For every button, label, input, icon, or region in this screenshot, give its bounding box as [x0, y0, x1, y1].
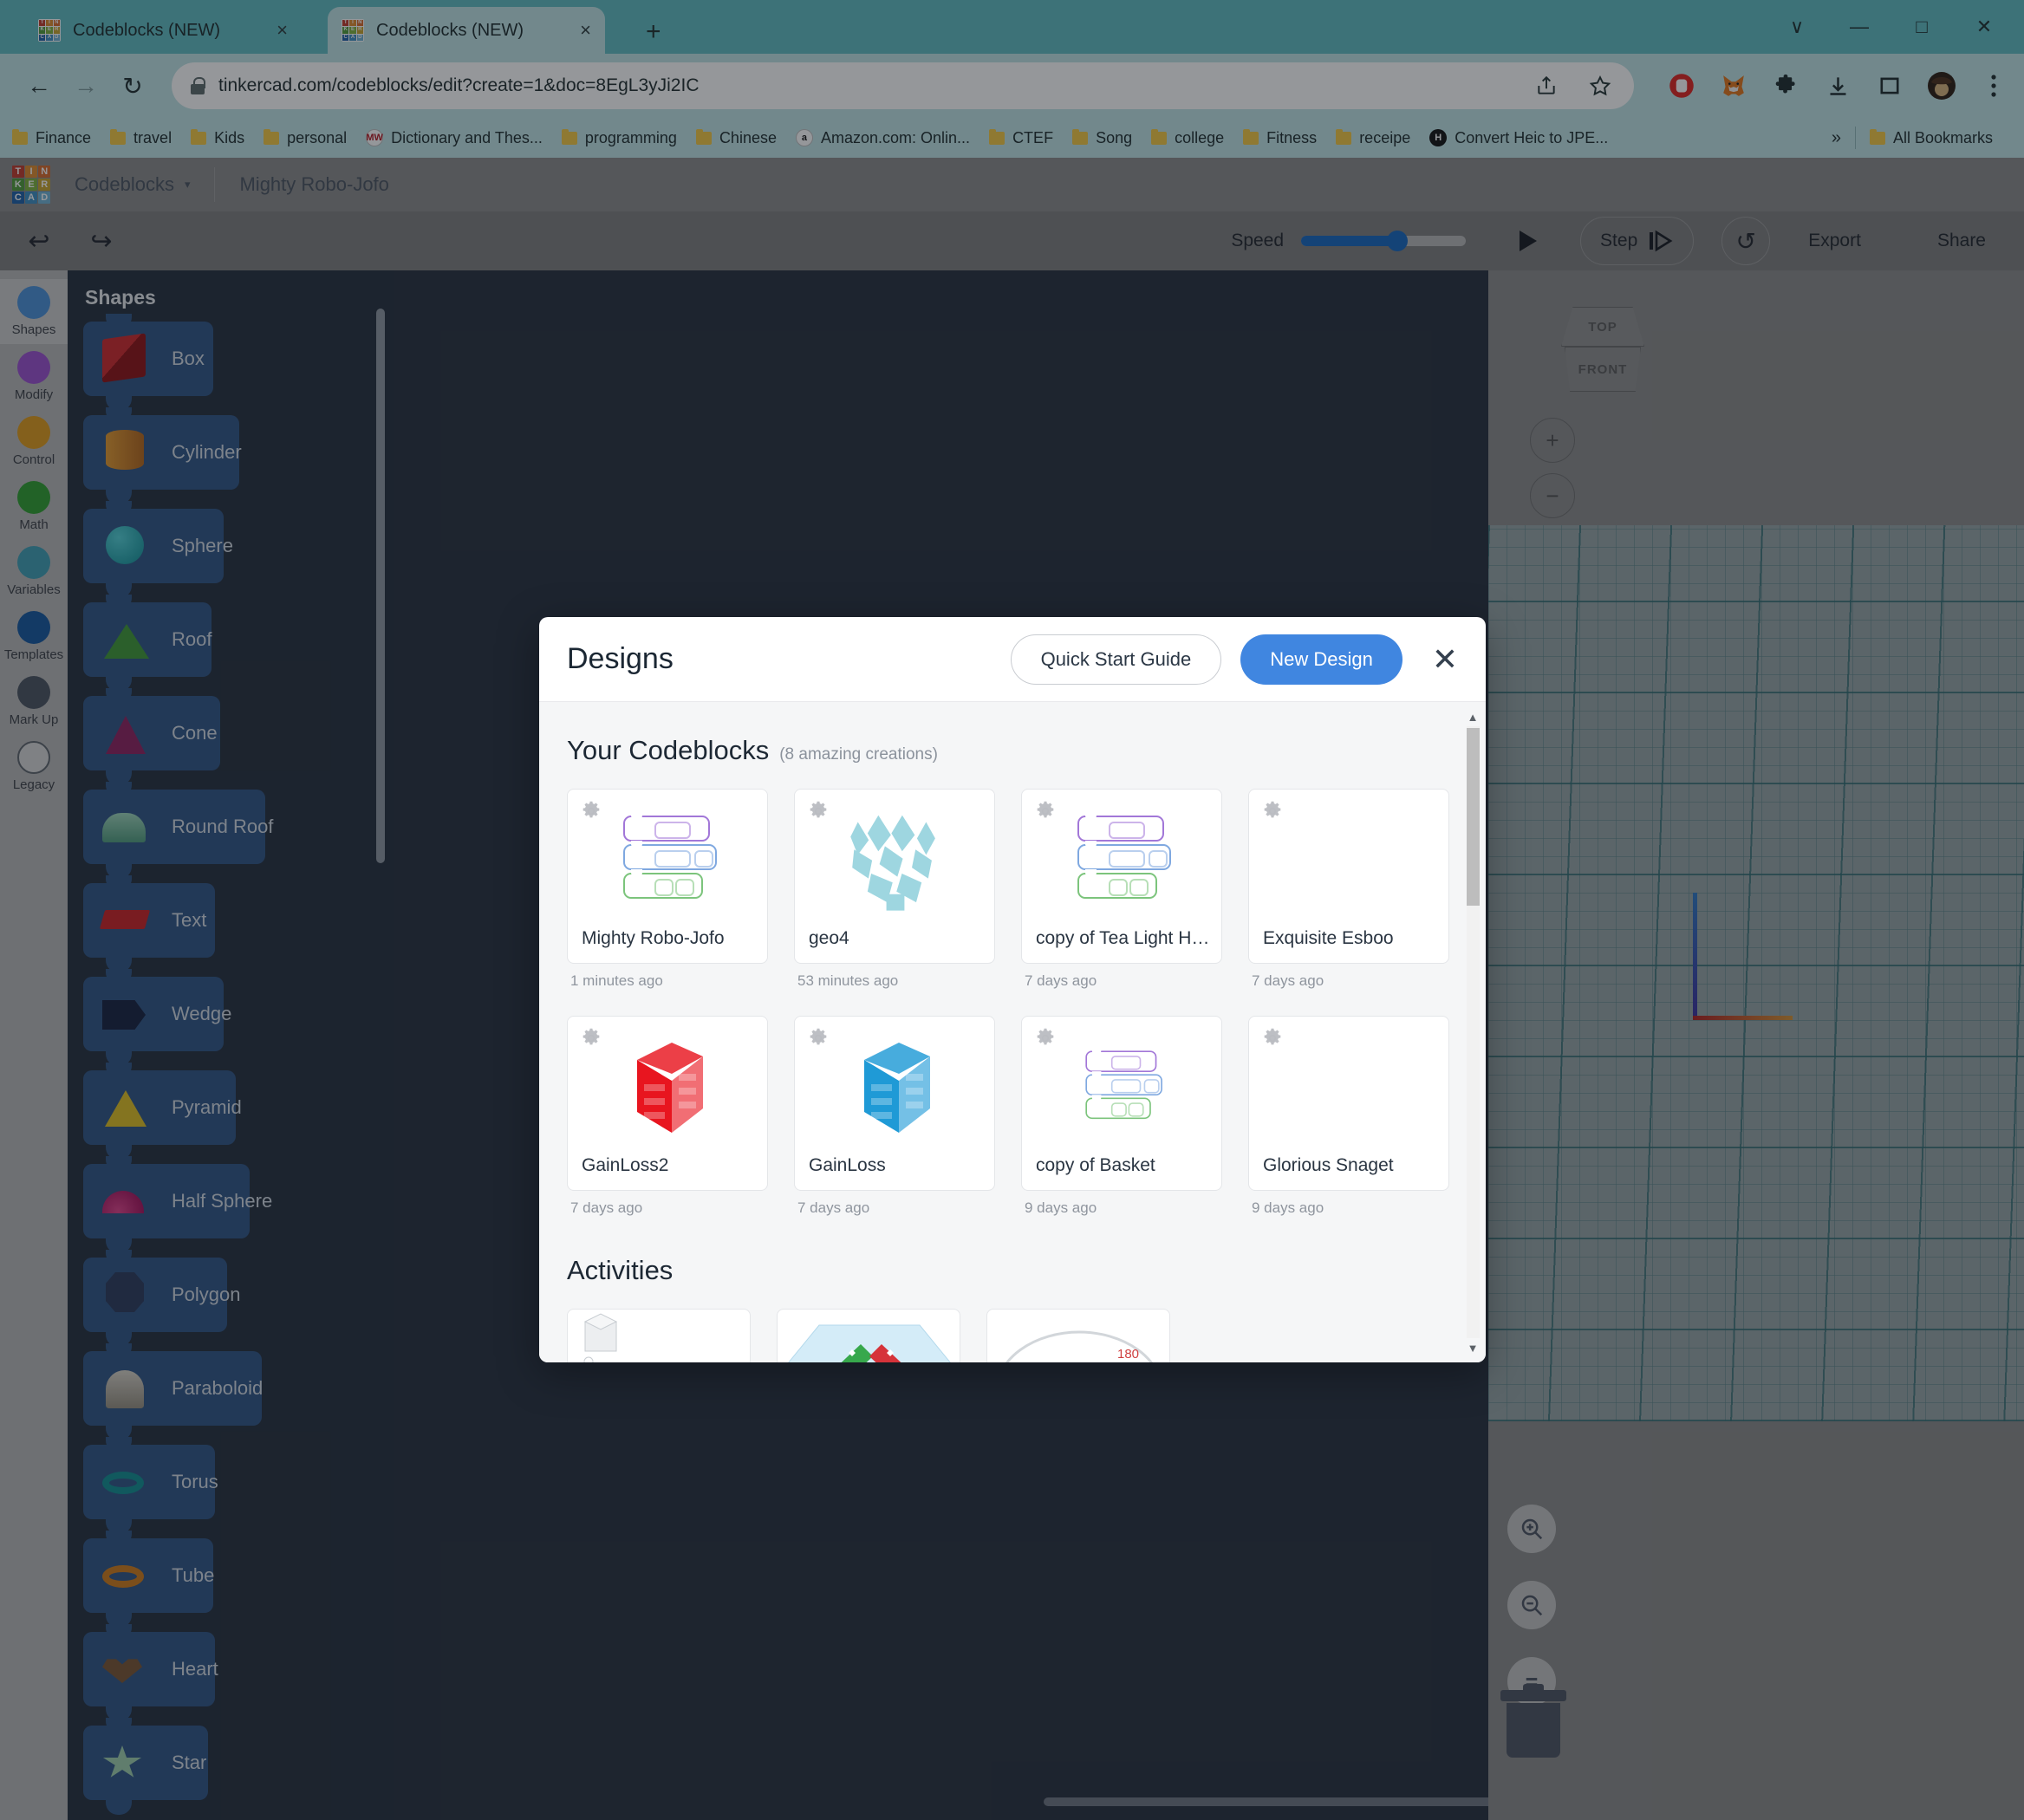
- design-card-wrap: copy of Tea Light Ho... 7 days ago: [1021, 789, 1222, 990]
- design-card-wrap: GainLoss 7 days ago: [794, 1016, 995, 1217]
- design-timestamp: 53 minutes ago: [797, 972, 899, 989]
- design-card[interactable]: copy of Tea Light Ho...: [1021, 789, 1222, 964]
- design-timestamp: 7 days ago: [1025, 972, 1097, 989]
- scroll-up-icon[interactable]: ▲: [1465, 709, 1481, 725]
- section-title: Your Codeblocks: [567, 735, 770, 765]
- design-name: Glorious Snaget: [1263, 1155, 1394, 1175]
- designs-dialog: Designs Quick Start Guide New Design ✕ Y…: [539, 617, 1486, 1362]
- design-name: geo4: [809, 928, 849, 948]
- design-card-wrap: Glorious Snaget 9 days ago: [1248, 1016, 1449, 1217]
- codeblock-row: [623, 812, 710, 842]
- codeblock-pill: [1143, 1079, 1160, 1094]
- codeblock-row: [623, 869, 703, 899]
- activity-card[interactable]: [777, 1309, 960, 1362]
- design-thumbnail: [568, 1036, 767, 1140]
- design-thumbnail: [1022, 809, 1221, 913]
- codeblock-row: [1077, 841, 1171, 870]
- design-name: copy of Basket: [1036, 1155, 1155, 1175]
- section-subtitle: (8 amazing creations): [779, 745, 938, 764]
- design-thumbnail: [568, 809, 767, 913]
- design-card-wrap: Exquisite Esboo 7 days ago: [1248, 789, 1449, 990]
- codeblock-pill: [654, 850, 691, 868]
- quick-start-guide-button[interactable]: Quick Start Guide: [1010, 634, 1222, 685]
- svg-text:180: 180: [1117, 1347, 1139, 1362]
- design-card-wrap: copy of Basket 9 days ago: [1021, 1016, 1222, 1217]
- design-thumbnail: [1249, 809, 1448, 913]
- solid-thumbnail: [864, 1043, 930, 1133]
- codeblock-pill: [654, 822, 691, 839]
- activities-grid: 180: [539, 1309, 1486, 1362]
- codeblock-pill: [1149, 850, 1168, 868]
- design-timestamp: 9 days ago: [1025, 1199, 1097, 1216]
- design-thumbnail: [795, 809, 994, 913]
- activity-thumbnail: [778, 1310, 960, 1362]
- activities-title: Activities: [567, 1255, 674, 1285]
- design-timestamp: 1 minutes ago: [570, 972, 663, 989]
- activities-header: Activities: [539, 1217, 1486, 1309]
- design-thumbnail: [1249, 1036, 1448, 1140]
- design-card[interactable]: Exquisite Esboo: [1248, 789, 1449, 964]
- design-thumbnail: [1022, 1036, 1221, 1140]
- codeblock-pill: [694, 850, 713, 868]
- design-card-wrap: GainLoss2 7 days ago: [567, 1016, 768, 1217]
- codeblock-pill: [1110, 1102, 1127, 1117]
- codeblock-row: [1085, 1095, 1151, 1120]
- codeblock-pill: [1128, 1102, 1144, 1117]
- lattice-thumbnail: [850, 815, 935, 911]
- solid-thumbnail: [637, 1043, 703, 1133]
- codeblock-pill: [1110, 1056, 1142, 1070]
- codeblock-row: [1085, 1071, 1162, 1096]
- design-card[interactable]: GainLoss2: [567, 1016, 768, 1191]
- codeblock-row: [623, 841, 717, 870]
- dialog-body: Your Codeblocks (8 amazing creations) Mi…: [539, 702, 1486, 1362]
- codeblock-pill: [1110, 1079, 1142, 1094]
- design-name: Mighty Robo-Jofo: [582, 928, 725, 948]
- codeblock-pill: [1109, 850, 1145, 868]
- design-timestamp: 7 days ago: [570, 1199, 643, 1216]
- activity-art: [583, 1313, 618, 1362]
- design-card[interactable]: GainLoss: [794, 1016, 995, 1191]
- codeblocks-thumbnail: [1077, 812, 1171, 906]
- dialog-scrollbar[interactable]: ▲ ▼: [1465, 709, 1481, 1355]
- design-card[interactable]: copy of Basket: [1021, 1016, 1222, 1191]
- activity-art: [788, 1324, 951, 1362]
- your-codeblocks-header: Your Codeblocks (8 amazing creations): [539, 702, 1486, 789]
- activity-thumbnail: [568, 1310, 750, 1362]
- design-thumbnail: [795, 1036, 994, 1140]
- codeblock-pill: [654, 879, 674, 896]
- dialog-title: Designs: [567, 642, 674, 675]
- codeblock-row: [1077, 869, 1157, 899]
- codeblock-row: [1085, 1048, 1157, 1072]
- design-name: copy of Tea Light Ho...: [1036, 928, 1211, 948]
- scroll-down-icon[interactable]: ▼: [1465, 1340, 1481, 1355]
- codeblock-pill: [675, 879, 694, 896]
- dialog-actions: Quick Start Guide New Design ✕: [1010, 634, 1458, 685]
- design-timestamp: 9 days ago: [1252, 1199, 1324, 1216]
- codeblock-pill: [1109, 879, 1128, 896]
- design-card[interactable]: Mighty Robo-Jofo: [567, 789, 768, 964]
- design-name: GainLoss: [809, 1155, 886, 1175]
- designs-grid: Mighty Robo-Jofo 1 minutes ago geo4 53 minu…: [539, 789, 1486, 1217]
- design-card[interactable]: Glorious Snaget: [1248, 1016, 1449, 1191]
- design-timestamp: 7 days ago: [797, 1199, 870, 1216]
- codeblocks-thumbnail: [623, 812, 717, 906]
- dialog-header: Designs Quick Start Guide New Design ✕: [539, 617, 1486, 702]
- design-card-wrap: geo4 53 minutes ago: [794, 789, 995, 990]
- scrollbar-thumb[interactable]: [1467, 728, 1480, 906]
- activity-card[interactable]: [567, 1309, 751, 1362]
- design-card[interactable]: geo4: [794, 789, 995, 964]
- codeblocks-thumbnail: [1085, 1048, 1162, 1124]
- design-card-wrap: Mighty Robo-Jofo 1 minutes ago: [567, 789, 768, 990]
- codeblock-pill: [1109, 822, 1145, 839]
- activity-thumbnail: 180: [987, 1310, 1169, 1362]
- design-name: GainLoss2: [582, 1155, 669, 1175]
- activity-art: 180: [1005, 1330, 1153, 1362]
- codeblock-pill: [1129, 879, 1149, 896]
- new-design-button[interactable]: New Design: [1240, 634, 1402, 685]
- design-timestamp: 7 days ago: [1252, 972, 1324, 989]
- codeblock-row: [1077, 812, 1164, 842]
- close-icon[interactable]: ✕: [1432, 643, 1458, 675]
- design-name: Exquisite Esboo: [1263, 928, 1394, 948]
- activity-card[interactable]: 180: [986, 1309, 1170, 1362]
